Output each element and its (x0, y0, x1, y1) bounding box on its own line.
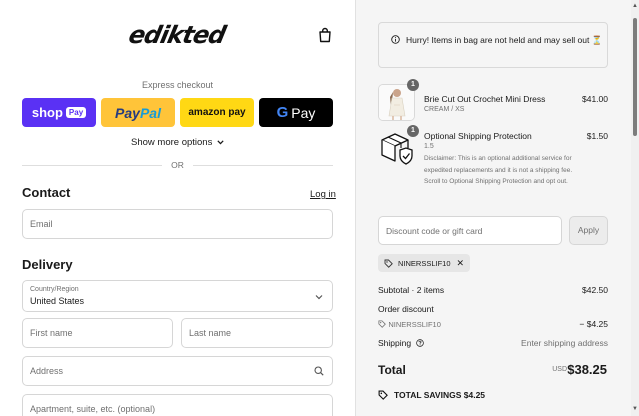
amazon-pay-button[interactable]: amazon pay (180, 98, 254, 127)
quantity-badge: 1 (407, 125, 419, 137)
checkout-form-column: edikted Express checkout shop Pay PayPal… (0, 0, 355, 416)
last-name-field[interactable]: Last name (181, 318, 333, 348)
brand-logo[interactable]: edikted (126, 20, 228, 50)
scroll-down-icon[interactable]: ▼ (632, 406, 638, 412)
first-name-placeholder: First name (30, 328, 73, 338)
address-placeholder: Address (30, 366, 64, 376)
shipping-value: Enter shipping address (521, 338, 608, 348)
item-price: $41.00 (582, 94, 608, 104)
item-variant: 1.5 (424, 143, 434, 150)
info-icon (391, 35, 400, 44)
item-price: $1.50 (586, 131, 608, 141)
last-name-placeholder: Last name (189, 328, 232, 338)
total-savings-label: TOTAL SAVINGS (394, 390, 462, 400)
line-item: 1 Brie Cut Out Crochet Mini Dress CREAM … (378, 79, 608, 124)
brand-logo-text: edikted (126, 21, 228, 49)
subtotal-value: $42.50 (582, 285, 608, 295)
email-placeholder: Email (30, 219, 53, 229)
scroll-up-icon[interactable]: ▲ (632, 3, 638, 9)
chevron-down-icon (315, 295, 323, 300)
shop-pay-button[interactable]: shop Pay (22, 98, 96, 127)
quantity-badge: 1 (407, 79, 419, 91)
country-label: Country/Region (30, 286, 79, 293)
order-discount-label: Order discount (378, 304, 434, 314)
hurry-notice: Hurry! Items in bag are not held and may… (378, 22, 608, 68)
order-discount-value: − $4.25 (579, 319, 608, 329)
delivery-heading: Delivery (22, 257, 73, 272)
order-discount-code-row: NINERSSLIF10 − $4.25 (378, 319, 608, 329)
order-discount-row: Order discount (378, 304, 608, 314)
chevron-down-icon (217, 140, 224, 145)
or-divider: OR (22, 159, 333, 171)
shop-pay-badge: Pay (65, 107, 87, 118)
total-value: $38.25 (567, 362, 607, 377)
remove-discount-icon[interactable]: ✕ (457, 258, 465, 268)
shop-pay-wordmark: shop (31, 105, 63, 120)
subtotal-row: Subtotal · 2 items $42.50 (378, 285, 608, 295)
scrollbar[interactable]: ▲ ▼ (631, 0, 639, 416)
discount-code-input[interactable]: Discount code or gift card (378, 216, 562, 245)
show-more-label: Show more options (131, 137, 213, 148)
scrollbar-thumb[interactable] (633, 18, 637, 136)
paypal-wordmark: PayPal (115, 104, 161, 121)
total-currency: USD (552, 366, 567, 373)
search-icon (314, 366, 324, 376)
country-select[interactable]: Country/Region United States (22, 280, 333, 312)
order-discount-code: NINERSSLIF10 (388, 320, 441, 329)
item-name: Optional Shipping Protection (424, 131, 532, 141)
apartment-placeholder: Apartment, suite, etc. (optional) (30, 404, 156, 414)
item-variant: CREAM / XS (424, 106, 465, 113)
show-more-options-button[interactable]: Show more options (0, 137, 355, 148)
shopping-bag-icon[interactable] (318, 27, 332, 43)
apartment-field[interactable]: Apartment, suite, etc. (optional) (22, 394, 333, 416)
google-pay-button[interactable]: G Pay (259, 98, 333, 127)
tag-icon (378, 320, 386, 328)
shipping-label: Shipping (378, 338, 412, 348)
applied-discount-chip: NINERSSLIF10 ✕ (378, 254, 471, 272)
item-name: Brie Cut Out Crochet Mini Dress (424, 94, 546, 104)
total-savings-value: $4.25 (463, 390, 486, 400)
total-savings: TOTAL SAVINGS $4.25 (378, 390, 485, 400)
paypal-button[interactable]: PayPal (101, 98, 175, 127)
discount-placeholder: Discount code or gift card (386, 226, 483, 236)
order-summary-column: Hurry! Items in bag are not held and may… (355, 0, 639, 416)
country-value: United States (30, 296, 85, 306)
item-disclaimer: Disclaimer: This is an optional addition… (424, 155, 573, 185)
total-label: Total (378, 363, 406, 377)
amazon-pay-wordmark: amazon pay (188, 107, 246, 118)
shipping-row: Shipping Enter shipping address (378, 338, 608, 348)
log-in-link[interactable]: Log in (310, 189, 336, 200)
subtotal-label: Subtotal · 2 items (378, 285, 445, 295)
email-field[interactable]: Email (22, 209, 333, 239)
express-checkout-label: Express checkout (141, 80, 214, 90)
address-field[interactable]: Address (22, 356, 333, 386)
applied-discount-code: NINERSSLIF10 (398, 259, 451, 268)
google-pay-wordmark: Pay (291, 104, 316, 121)
hurry-notice-text: Hurry! Items in bag are not held and may… (406, 35, 603, 45)
line-item: 1 Optional Shipping Protection 1.5 Discl… (378, 125, 608, 200)
or-label: OR (171, 160, 184, 170)
tag-icon (378, 390, 388, 400)
first-name-field[interactable]: First name (22, 318, 173, 348)
google-g-icon: G (276, 104, 289, 121)
tag-icon (384, 259, 393, 268)
contact-heading: Contact (22, 185, 71, 200)
help-icon[interactable] (416, 339, 425, 347)
apply-discount-button[interactable]: Apply (569, 216, 608, 245)
